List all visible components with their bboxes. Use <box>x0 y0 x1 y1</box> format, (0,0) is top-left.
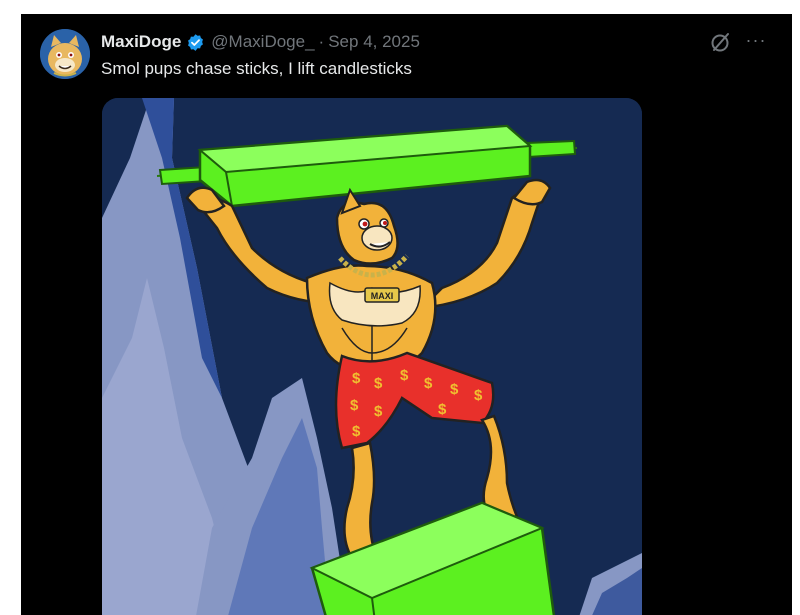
tweet-card[interactable]: MaxiDoge @MaxiDoge_ · Sep 4, 2025 Smol p… <box>21 14 792 615</box>
verified-badge-icon <box>186 33 205 52</box>
doge-lifting-candlestick-illustration: MAXI $ $ $ $ $ $ $ $ $ $ <box>102 98 642 615</box>
shorts-dollar-sign: $ <box>400 367 409 384</box>
shorts-dollar-sign: $ <box>438 401 447 418</box>
shorts-dollar-sign: $ <box>374 403 383 420</box>
more-icon[interactable]: ··· <box>743 30 769 54</box>
shorts-dollar-sign: $ <box>352 423 361 440</box>
author-name[interactable]: MaxiDoge <box>101 32 181 52</box>
doge-avatar-illustration <box>40 29 90 79</box>
tweet-date[interactable]: Sep 4, 2025 <box>328 32 420 52</box>
shorts-dollar-sign: $ <box>474 387 483 404</box>
tweet-media-image[interactable]: MAXI $ $ $ $ $ $ $ $ $ $ <box>102 98 642 615</box>
shorts-dollar-sign: $ <box>374 375 383 392</box>
tweet-text: Smol pups chase sticks, I lift candlesti… <box>101 59 412 78</box>
shorts-dollar-sign: $ <box>424 375 433 392</box>
necklace-tag-text: MAXI <box>371 291 394 301</box>
shorts-dollar-sign: $ <box>450 381 459 398</box>
shorts-dollar-sign: $ <box>350 397 359 414</box>
avatar[interactable] <box>40 29 90 79</box>
shorts-dollar-sign: $ <box>352 370 361 387</box>
grok-icon[interactable] <box>709 30 733 54</box>
author-handle[interactable]: @MaxiDoge_ <box>211 32 314 52</box>
header-separator: · <box>318 32 325 51</box>
tweet-header: MaxiDoge @MaxiDoge_ · Sep 4, 2025 <box>101 30 420 54</box>
